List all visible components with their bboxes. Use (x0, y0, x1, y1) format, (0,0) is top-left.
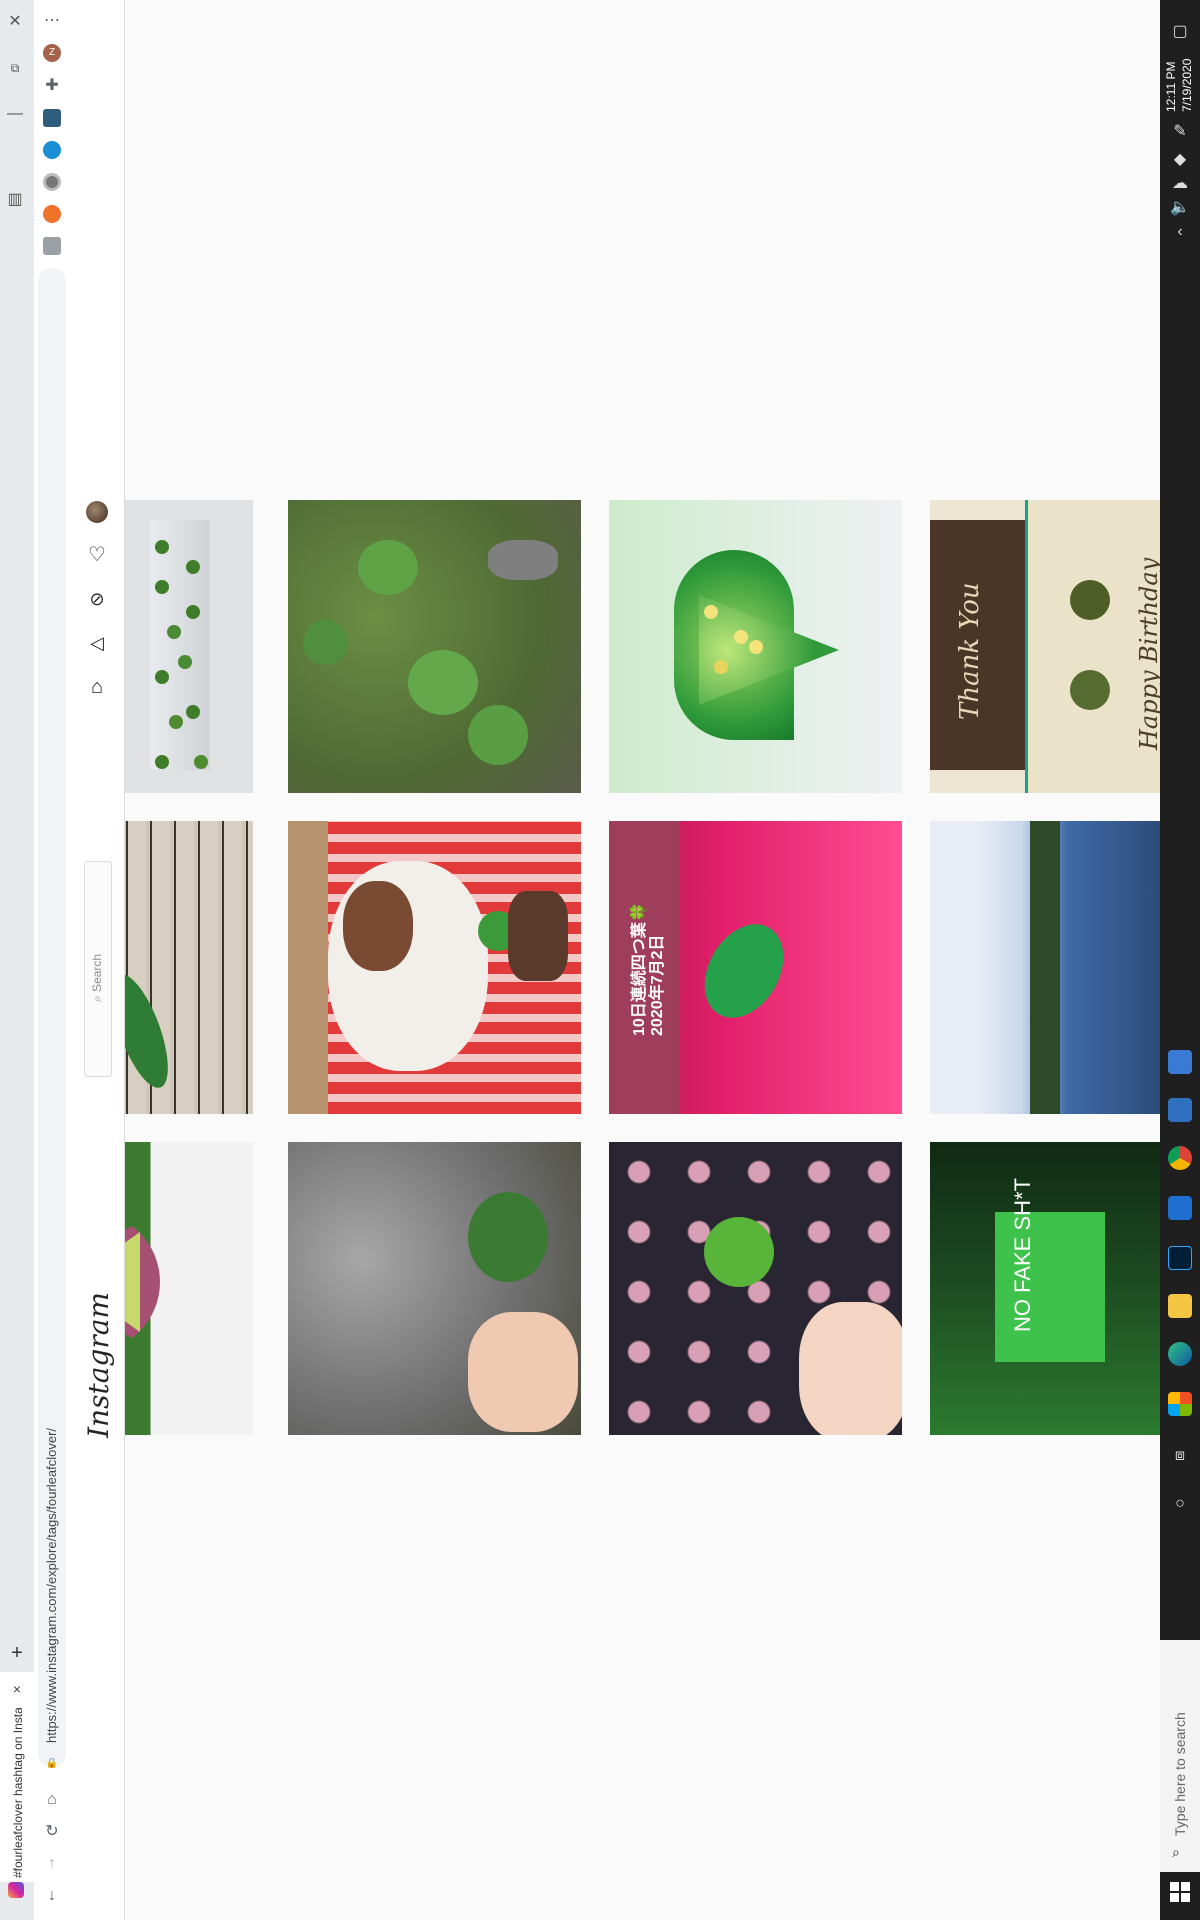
mail-app-icon[interactable] (1168, 1196, 1192, 1220)
post-clover-on-floral-fabric[interactable] (609, 1142, 902, 1435)
tab-title: #fourleafclover hashtag on Insta (11, 1708, 25, 1878)
direct-messages-icon[interactable]: ◁ (86, 633, 108, 653)
url-text: https://www.instagram.com/explore/tags/f… (44, 1427, 59, 1743)
home-icon[interactable]: ⌂ (41, 1790, 63, 1810)
post-birthday-card[interactable]: Happy Birthday Thank You (930, 500, 1160, 793)
search-placeholder: ⌕ Search (90, 953, 104, 1002)
taskbar-time: 12:11 PM (1164, 61, 1178, 112)
taskbar-date: 7/19/2020 (1180, 58, 1194, 112)
tab-close-icon[interactable]: × (8, 1680, 26, 1698)
taskbar-search-placeholder: Type here to search (1172, 1712, 1188, 1836)
taskbar-search-icon: ⌕ (1172, 1844, 1180, 1860)
extension-3-icon[interactable] (43, 173, 61, 191)
notifications-icon[interactable]: ▢ (1168, 20, 1192, 44)
search-input[interactable]: ⌕ Search (84, 861, 112, 1077)
post-clovers-on-grass[interactable] (288, 500, 581, 793)
address-bar[interactable]: 🔒 https://www.instagram.com/explore/tags… (38, 268, 66, 1769)
card-text: Happy Birthday (1135, 557, 1160, 750)
minimize-window-icon[interactable]: — (4, 104, 26, 124)
chrome-app-icon[interactable] (1168, 1146, 1192, 1170)
pen-icon[interactable]: ✎ (1168, 120, 1192, 144)
instagram-nav-bar: ♡ ⊘ ◁ ⌂ ⌕ Search Instagram (70, 0, 125, 1920)
settings-app-icon[interactable] (1168, 1098, 1192, 1122)
activity-heart-icon[interactable]: ♡ (86, 545, 108, 565)
dropbox-icon[interactable]: ◆ (1168, 148, 1192, 172)
onedrive-icon[interactable]: ☁ (1168, 172, 1192, 196)
task-view-icon[interactable]: ⧈ (1168, 1444, 1192, 1468)
calendar-app-icon[interactable] (1168, 1050, 1192, 1074)
browser-menu-button[interactable]: ⋯ (40, 10, 64, 30)
taskbar-search-box[interactable]: Type here to search ⌕ (1160, 1640, 1200, 1872)
post-lake-and-sky[interactable] (930, 821, 1160, 1114)
store-app-icon[interactable] (1168, 1392, 1192, 1416)
post-puppy-on-blanket[interactable] (288, 821, 581, 1114)
extension-2-icon[interactable] (43, 141, 61, 159)
active-tab[interactable]: × #fourleafclover hashtag on Insta (0, 1672, 34, 1882)
start-button[interactable] (1170, 1882, 1190, 1902)
explore-grid: Happy Birthday Thank You 10日連続四つ葉🍀 2020年… (125, 0, 1160, 1920)
back-icon[interactable]: ↓ (41, 1886, 63, 1906)
profile-avatar[interactable]: Z (43, 44, 61, 62)
vertical-tabs-icon[interactable]: ▥ (4, 190, 26, 210)
photoshop-app-icon[interactable] (1168, 1246, 1192, 1270)
post-green-collage[interactable]: NO FAKE SH*T (930, 1142, 1160, 1435)
extensions-puzzle-icon[interactable]: ✚ (41, 76, 63, 96)
post-dog-with-clover[interactable] (288, 1142, 581, 1435)
extension-4-icon[interactable] (43, 205, 61, 223)
browser-tab-strip: ✕ ⧉ — ▥ + × #fourleafclover hashtag on I… (0, 0, 35, 1920)
instagram-logo[interactable]: Instagram (82, 1292, 115, 1438)
post-leaf-closeup[interactable] (125, 1142, 253, 1435)
post-clover-prints[interactable] (125, 500, 253, 793)
tab-favicon (8, 1882, 24, 1898)
new-tab-button[interactable]: + (4, 1640, 30, 1666)
reload-icon[interactable]: ↻ (41, 1822, 63, 1842)
profile-avatar-small[interactable] (86, 501, 108, 523)
collage-text: NO FAKE SH*T (1010, 1177, 1035, 1332)
post-quilled-heart[interactable] (609, 500, 902, 793)
show-hidden-icons[interactable]: ‹ (1168, 220, 1192, 244)
edge-app-icon[interactable] (1168, 1342, 1192, 1366)
browser-toolbar: ⋯ Z ✚ 🔒 https://www.instagram.com/explor… (34, 0, 71, 1920)
forward-icon[interactable]: ↑ (41, 1854, 63, 1874)
windows-taskbar: ▢ 12:11 PM 7/19/2020 ✎ ◆ ☁ 🔈 ‹ ⧈ ○ Type … (1160, 0, 1200, 1920)
post-clover-on-pink-leather[interactable]: 10日連続四つ葉🍀 2020年7月2日 (609, 821, 902, 1114)
card-text-2: Thank You (955, 582, 985, 720)
extension-1-icon[interactable] (43, 109, 61, 127)
close-window-icon[interactable]: ✕ (4, 12, 26, 32)
restore-window-icon[interactable]: ⧉ (4, 58, 26, 78)
home-icon[interactable]: ⌂ (86, 677, 108, 697)
extension-5-icon[interactable] (43, 237, 61, 255)
cortana-icon[interactable]: ○ (1168, 1492, 1192, 1516)
volume-icon[interactable]: 🔈 (1168, 196, 1192, 220)
file-explorer-icon[interactable] (1168, 1294, 1192, 1318)
post-overlay-text: 10日連続四つ葉🍀 2020年7月2日 (631, 902, 666, 1036)
search-icon: ⌕ (90, 991, 104, 1002)
post-book-page-clover[interactable] (125, 821, 253, 1114)
lock-icon: 🔒 (45, 1758, 59, 1769)
explore-compass-icon[interactable]: ⊘ (86, 589, 108, 609)
